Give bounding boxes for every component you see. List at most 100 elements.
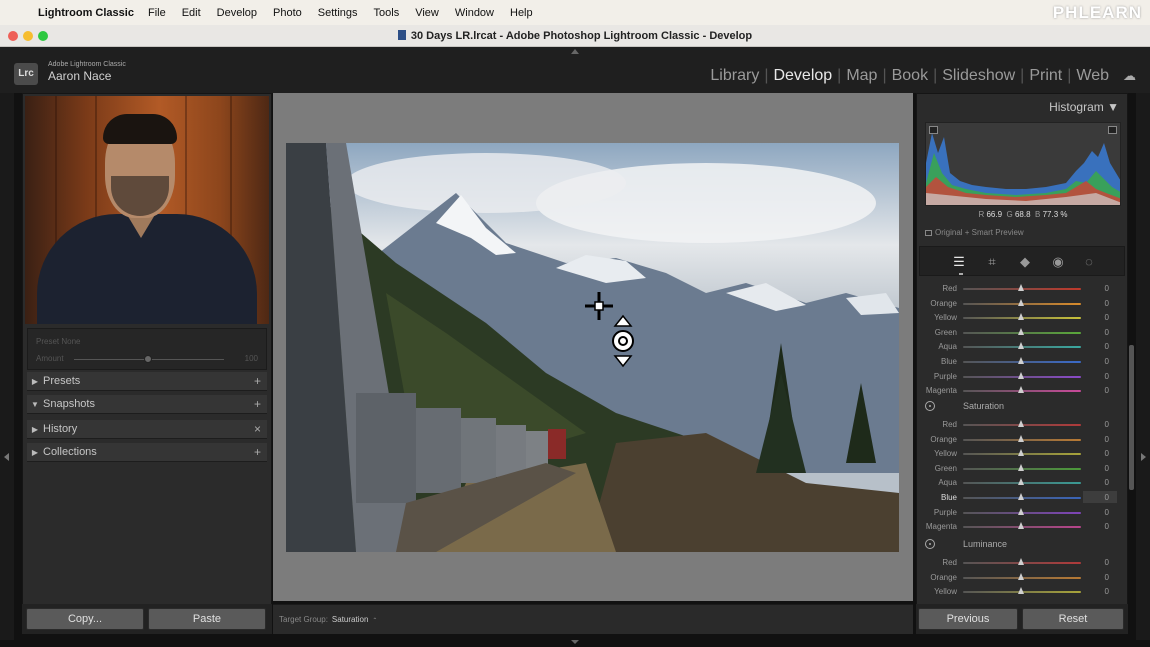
image-canvas[interactable] — [273, 93, 913, 601]
history-section-header[interactable]: ▶ History × — [27, 420, 267, 439]
slider-value[interactable]: 0 — [1105, 558, 1109, 567]
hsl-slider-row[interactable]: Aqua 0 — [917, 476, 1117, 490]
slider-value[interactable]: 0 — [1105, 493, 1109, 502]
bottom-panel-toggle-icon[interactable] — [571, 640, 579, 644]
hsl-slider-row[interactable]: Red 0 — [917, 418, 1117, 432]
hsl-slider-row[interactable]: Orange 0 — [917, 571, 1117, 585]
slider-value[interactable]: 0 — [1105, 464, 1109, 473]
slider-value[interactable]: 0 — [1105, 573, 1109, 582]
hsl-slider-row[interactable]: Purple 0 — [917, 370, 1117, 384]
snapshots-section-header[interactable]: ▼ Snapshots + — [27, 395, 267, 414]
red-eye-icon[interactable]: ◉ — [1050, 254, 1066, 270]
slider-value[interactable]: 0 — [1105, 435, 1109, 444]
menu-tools[interactable]: Tools — [374, 7, 400, 19]
menu-edit[interactable]: Edit — [182, 7, 201, 19]
menu-window[interactable]: Window — [455, 7, 494, 19]
module-web[interactable]: Web — [1072, 67, 1113, 85]
menu-settings[interactable]: Settings — [318, 7, 358, 19]
slider-thumb[interactable] — [1018, 298, 1024, 306]
collections-section-header[interactable]: ▶ Collections + — [27, 443, 267, 462]
slider-thumb[interactable] — [1018, 587, 1024, 595]
hsl-slider-row[interactable]: Yellow 0 — [917, 447, 1117, 461]
target-group-dropdown-icon[interactable]: ⌃ — [372, 618, 377, 624]
hsl-slider-row[interactable]: Purple 0 — [917, 506, 1117, 520]
paste-button[interactable]: Paste — [148, 608, 266, 630]
hsl-slider-row[interactable]: Orange 0 — [917, 433, 1117, 447]
top-panel-toggle-icon[interactable] — [571, 49, 579, 54]
amount-slider-thumb[interactable] — [144, 355, 152, 363]
slider-value[interactable]: 0 — [1105, 522, 1109, 531]
module-print[interactable]: Print — [1025, 67, 1066, 85]
hsl-slider-row[interactable]: Magenta 0 — [917, 384, 1117, 398]
slider-value[interactable]: 0 — [1105, 386, 1109, 395]
hsl-slider-row[interactable]: Green 0 — [917, 326, 1117, 340]
menu-app-name[interactable]: Lightroom Classic — [38, 7, 134, 19]
slider-thumb[interactable] — [1018, 478, 1024, 486]
minimize-window-button[interactable] — [23, 31, 33, 41]
module-map[interactable]: Map — [842, 67, 881, 85]
slider-value[interactable]: 0 — [1105, 357, 1109, 366]
right-panel-toggle-icon[interactable] — [1141, 453, 1146, 461]
shadow-clipping-icon[interactable] — [929, 126, 938, 134]
add-collection-icon[interactable]: + — [254, 443, 261, 462]
hsl-slider-row[interactable]: Yellow 0 — [917, 311, 1117, 325]
target-adjust-icon[interactable] — [925, 539, 935, 549]
slider-thumb[interactable] — [1018, 558, 1024, 565]
menu-help[interactable]: Help — [510, 7, 533, 19]
slider-thumb[interactable] — [1018, 449, 1024, 457]
slider-value[interactable]: 0 — [1105, 478, 1109, 487]
photo-train-mountains[interactable] — [286, 143, 899, 552]
slider-thumb[interactable] — [1018, 357, 1024, 364]
module-book[interactable]: Book — [888, 67, 932, 85]
hsl-slider-row[interactable]: Red 0 — [917, 556, 1117, 570]
slider-thumb[interactable] — [1018, 493, 1024, 500]
slider-value[interactable]: 0 — [1105, 372, 1109, 381]
hsl-slider-row[interactable]: Aqua 0 — [917, 340, 1117, 354]
module-develop[interactable]: Develop — [769, 67, 836, 85]
slider-value[interactable]: 0 — [1105, 284, 1109, 293]
heal-eraser-icon[interactable]: ◆ — [1017, 254, 1033, 270]
slider-value[interactable]: 0 — [1105, 587, 1109, 596]
copy-button[interactable]: Copy... — [26, 608, 144, 630]
zoom-window-button[interactable] — [38, 31, 48, 41]
menu-photo[interactable]: Photo — [273, 7, 302, 19]
slider-thumb[interactable] — [1018, 420, 1024, 427]
menu-file[interactable]: File — [148, 7, 166, 19]
previous-button[interactable]: Previous — [918, 608, 1018, 630]
slider-thumb[interactable] — [1018, 572, 1024, 580]
left-panel-toggle-icon[interactable] — [4, 453, 9, 461]
slider-thumb[interactable] — [1018, 507, 1024, 515]
add-snapshot-icon[interactable]: + — [254, 395, 261, 414]
slider-thumb[interactable] — [1018, 434, 1024, 442]
hsl-slider-row[interactable]: Magenta 0 — [917, 520, 1117, 534]
clear-history-icon[interactable]: × — [254, 420, 261, 439]
menu-view[interactable]: View — [415, 7, 439, 19]
slider-value[interactable]: 0 — [1105, 449, 1109, 458]
slider-thumb[interactable] — [1018, 313, 1024, 321]
hsl-slider-row[interactable]: Orange 0 — [917, 297, 1117, 311]
edit-sliders-icon[interactable]: ☰ — [951, 254, 967, 270]
hsl-slider-row[interactable]: Yellow 0 — [917, 585, 1117, 599]
menu-develop[interactable]: Develop — [217, 7, 257, 19]
masking-icon[interactable]: ◌ — [1081, 254, 1097, 270]
hsl-slider-row[interactable]: Green 0 — [917, 462, 1117, 476]
slider-value[interactable]: 0 — [1105, 420, 1109, 429]
add-preset-icon[interactable]: + — [254, 372, 261, 391]
close-window-button[interactable] — [8, 31, 18, 41]
crop-icon[interactable]: ⌗ — [984, 254, 1000, 270]
slider-value[interactable]: 0 — [1105, 508, 1109, 517]
module-library[interactable]: Library — [706, 67, 763, 85]
slider-value[interactable]: 0 — [1105, 313, 1109, 322]
hsl-slider-row[interactable]: Blue 0 — [917, 491, 1117, 505]
histogram-chart[interactable] — [925, 122, 1121, 206]
slider-value[interactable]: 0 — [1105, 342, 1109, 351]
slider-thumb[interactable] — [1018, 371, 1024, 379]
histogram-header[interactable]: Histogram ▼ — [1049, 100, 1119, 114]
hsl-slider-row[interactable]: Blue 0 — [917, 355, 1117, 369]
slider-thumb[interactable] — [1018, 342, 1024, 350]
target-group-value[interactable]: Saturation — [332, 615, 368, 624]
slider-thumb[interactable] — [1018, 386, 1024, 394]
slider-value[interactable]: 0 — [1105, 299, 1109, 308]
slider-thumb[interactable] — [1018, 522, 1024, 530]
cloud-icon[interactable]: ☁ — [1123, 68, 1136, 84]
